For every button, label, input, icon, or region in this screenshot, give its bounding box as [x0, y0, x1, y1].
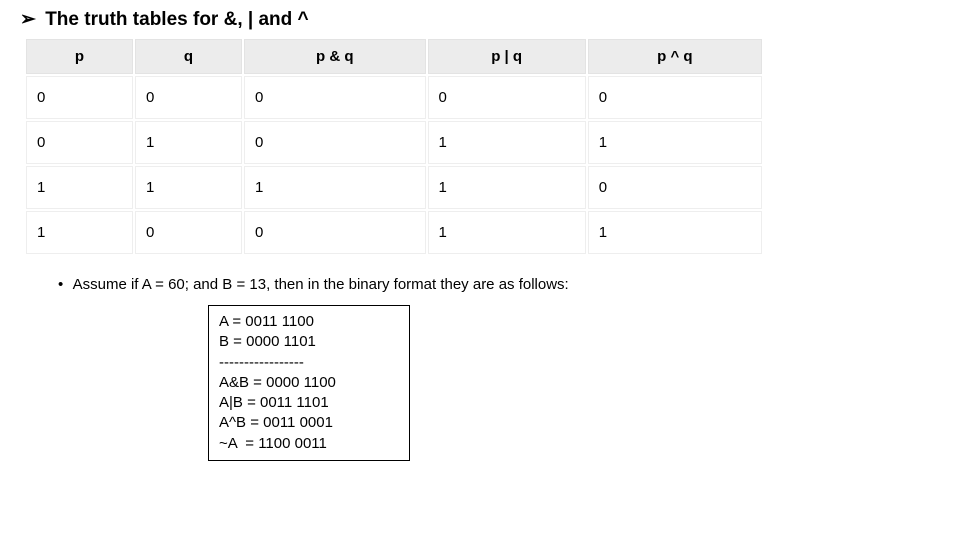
- cell: 0: [588, 76, 762, 119]
- code-line: A&B = 0000 1100: [219, 373, 399, 393]
- cell: 1: [26, 211, 133, 254]
- cell: 0: [428, 76, 586, 119]
- col-p-and: p & q: [244, 39, 426, 74]
- bullet-dot-icon: •: [58, 276, 63, 293]
- assumption-line: • Assume if A = 60; and B = 13, then in …: [58, 276, 942, 293]
- code-line: A|B = 0011 1101: [219, 393, 399, 413]
- code-line: A = 0011 1100: [219, 312, 399, 332]
- table-row: 0 0 0 0 0: [26, 76, 762, 119]
- cell: 0: [26, 121, 133, 164]
- table-row: 1 1 1 1 0: [26, 166, 762, 209]
- cell: 1: [428, 166, 586, 209]
- cell: 0: [588, 166, 762, 209]
- code-line: ~A = 1100 0011: [219, 434, 399, 454]
- code-line: B = 0000 1101: [219, 332, 399, 352]
- col-q: q: [135, 39, 242, 74]
- bullet-arrow-icon: ➢: [20, 9, 36, 30]
- cell: 0: [244, 211, 426, 254]
- cell: 1: [135, 166, 242, 209]
- cell: 1: [588, 211, 762, 254]
- code-line: -----------------: [219, 353, 399, 373]
- cell: 1: [428, 211, 586, 254]
- cell: 1: [26, 166, 133, 209]
- cell: 1: [244, 166, 426, 209]
- heading-text: The truth tables for &, | and ^: [45, 9, 308, 30]
- code-line: A^B = 0011 0001: [219, 413, 399, 433]
- cell: 1: [428, 121, 586, 164]
- table-row: 0 1 0 1 1: [26, 121, 762, 164]
- page-title: ➢ The truth tables for &, | and ^: [20, 8, 942, 31]
- col-p: p: [26, 39, 133, 74]
- col-p-xor: p ^ q: [588, 39, 762, 74]
- cell: 0: [244, 121, 426, 164]
- assumption-text: Assume if A = 60; and B = 13, then in th…: [73, 276, 569, 293]
- binary-example-box: A = 0011 1100 B = 0000 1101 ------------…: [208, 305, 410, 461]
- cell: 0: [26, 76, 133, 119]
- cell: 1: [588, 121, 762, 164]
- col-p-or: p | q: [428, 39, 586, 74]
- table-row: 1 0 0 1 1: [26, 211, 762, 254]
- cell: 0: [135, 211, 242, 254]
- truth-table: p q p & q p | q p ^ q 0 0 0 0 0 0 1 0 1 …: [24, 37, 764, 256]
- cell: 0: [135, 76, 242, 119]
- cell: 0: [244, 76, 426, 119]
- table-header-row: p q p & q p | q p ^ q: [26, 39, 762, 74]
- cell: 1: [135, 121, 242, 164]
